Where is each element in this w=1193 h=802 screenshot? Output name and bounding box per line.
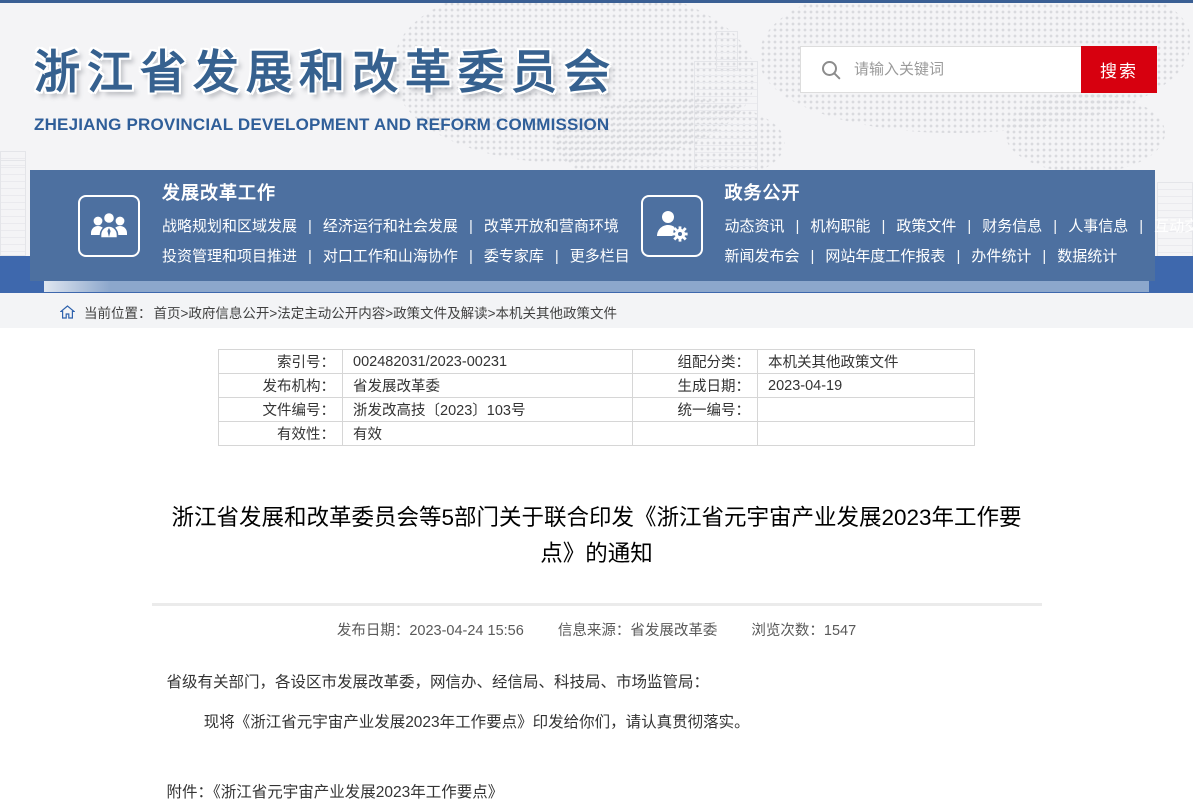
validity-label: 有效性： bbox=[219, 422, 343, 446]
validity-value: 有效 bbox=[343, 422, 633, 446]
nav-link[interactable]: 数据统计 bbox=[1031, 248, 1117, 265]
nav-link[interactable]: 互动交流 bbox=[1128, 218, 1193, 235]
main-navigation: 发展改革工作 战略规划和区域发展经济运行和社会发展改革开放和营商环境 投资管理和… bbox=[0, 170, 1193, 295]
view-count-value: 1547 bbox=[824, 623, 856, 639]
article-meta: 发布日期：2023-04-24 15:56 信息来源：省发展改革委 浏览次数：1… bbox=[152, 619, 1042, 640]
info-source: 信息来源：省发展改革委 bbox=[558, 623, 718, 639]
issuing-agency-label: 发布机构： bbox=[219, 374, 343, 398]
article-paragraph: 现将《浙江省元宇宙产业发展2023年工作要点》印发给你们，请认真贯彻落实。 bbox=[152, 710, 1042, 736]
nav-shadow-strip bbox=[44, 280, 1149, 292]
nav-link[interactable]: 财务信息 bbox=[956, 218, 1042, 235]
nav-link[interactable]: 委专家库 bbox=[458, 248, 544, 265]
category-label: 组配分类： bbox=[633, 350, 758, 374]
publish-date-label: 发布日期： bbox=[337, 623, 410, 639]
nav-link[interactable]: 人事信息 bbox=[1042, 218, 1128, 235]
nav-links-row: 战略规划和区域发展经济运行和社会发展改革开放和营商环境 bbox=[162, 212, 630, 242]
nav-link[interactable]: 投资管理和项目推进 bbox=[162, 248, 297, 265]
search-input[interactable] bbox=[854, 47, 1081, 92]
article-title: 浙江省发展和改革委员会等5部门关于联合印发《浙江省元宇宙产业发展2023年工作要… bbox=[152, 500, 1042, 572]
document-number-label: 文件编号： bbox=[219, 398, 343, 422]
attachment-label: 附件： bbox=[167, 784, 214, 801]
empty-cell bbox=[758, 422, 975, 446]
article-body: 省级有关部门，各设区市发展改革委，网信办、经信局、科技局、市场监管局： 现将《浙… bbox=[152, 670, 1042, 736]
search-button[interactable]: 搜索 bbox=[1081, 46, 1157, 93]
nav-texts: 发展改革工作 战略规划和区域发展经济运行和社会发展改革开放和营商环境 投资管理和… bbox=[162, 179, 630, 272]
nav-link[interactable]: 网站年度工作报表 bbox=[800, 248, 946, 265]
index-number-value: 002482031/2023-00231 bbox=[343, 350, 633, 374]
nav-link[interactable]: 战略规划和区域发展 bbox=[162, 218, 297, 235]
nav-title-development-reform[interactable]: 发展改革工作 bbox=[162, 179, 630, 205]
document-info-table: 索引号： 002482031/2023-00231 组配分类： 本机关其他政策文… bbox=[218, 349, 975, 446]
nav-card: 发展改革工作 战略规划和区域发展经济运行和社会发展改革开放和营商环境 投资管理和… bbox=[30, 170, 1155, 281]
building-sketch bbox=[0, 160, 26, 256]
empty-cell bbox=[633, 422, 758, 446]
attachment-link[interactable]: 《浙江省元宇宙产业发展2023年工作要点》 bbox=[213, 784, 503, 801]
search-icon bbox=[801, 59, 854, 81]
issuing-agency-value: 省发展改革委 bbox=[343, 374, 633, 398]
index-number-label: 索引号： bbox=[219, 350, 343, 374]
nav-section-development-reform: 发展改革工作 战略规划和区域发展经济运行和社会发展改革开放和营商环境 投资管理和… bbox=[30, 170, 593, 281]
nav-texts: 政务公开 动态资讯机构职能政策文件财务信息人事信息互动交流 新闻发布会网站年度工… bbox=[725, 179, 1193, 272]
document-number-value: 浙发改高技〔2023〕103号 bbox=[343, 398, 633, 422]
category-value: 本机关其他政策文件 bbox=[758, 350, 975, 374]
article-paragraph: 省级有关部门，各设区市发展改革委，网信办、经信局、科技局、市场监管局： bbox=[152, 670, 1042, 696]
nav-title-gov-disclosure[interactable]: 政务公开 bbox=[725, 179, 1193, 205]
publish-date: 发布日期：2023-04-24 15:56 bbox=[337, 623, 524, 639]
nav-link[interactable]: 对口工作和山海协作 bbox=[297, 248, 458, 265]
nav-section-gov-disclosure: 政务公开 动态资讯机构职能政策文件财务信息人事信息互动交流 新闻发布会网站年度工… bbox=[593, 170, 1156, 281]
site-brand: 浙江省发展和改革委员会 ZHEJIANG PROVINCIAL DEVELOPM… bbox=[34, 36, 617, 135]
creation-date-label: 生成日期： bbox=[633, 374, 758, 398]
site-title-cn: 浙江省发展和改革委员会 bbox=[34, 36, 617, 102]
nav-link[interactable]: 动态资讯 bbox=[725, 218, 785, 235]
nav-links-row: 动态资讯机构职能政策文件财务信息人事信息互动交流 bbox=[725, 212, 1193, 242]
nav-link[interactable]: 经济运行和社会发展 bbox=[297, 218, 458, 235]
breadcrumb-label: 当前位置： bbox=[84, 302, 152, 322]
info-source-label: 信息来源： bbox=[558, 623, 631, 639]
article-content: 索引号： 002482031/2023-00231 组配分类： 本机关其他政策文… bbox=[152, 349, 1042, 802]
person-gear-icon bbox=[641, 195, 703, 257]
table-row: 发布机构： 省发展改革委 生成日期： 2023-04-19 bbox=[219, 374, 975, 398]
site-title-en: ZHEJIANG PROVINCIAL DEVELOPMENT AND REFO… bbox=[34, 115, 617, 135]
title-divider bbox=[152, 603, 1042, 606]
view-count: 浏览次数：1547 bbox=[751, 623, 856, 639]
nav-links-row: 投资管理和项目推进对口工作和山海协作委专家库更多栏目 bbox=[162, 242, 630, 272]
world-map-dots bbox=[1005, 93, 1165, 170]
people-group-icon bbox=[78, 195, 140, 257]
publish-date-value: 2023-04-24 15:56 bbox=[409, 623, 524, 639]
unified-number-value bbox=[758, 398, 975, 422]
creation-date-value: 2023-04-19 bbox=[758, 374, 975, 398]
nav-link[interactable]: 新闻发布会 bbox=[725, 248, 800, 265]
nav-links-row: 新闻发布会网站年度工作报表办件统计数据统计 bbox=[725, 242, 1193, 272]
building-sketch bbox=[694, 61, 758, 170]
info-source-value: 省发展改革委 bbox=[630, 623, 717, 639]
view-count-label: 浏览次数： bbox=[751, 623, 824, 639]
table-row: 有效性： 有效 bbox=[219, 422, 975, 446]
nav-link[interactable]: 办件统计 bbox=[945, 248, 1031, 265]
table-row: 索引号： 002482031/2023-00231 组配分类： 本机关其他政策文… bbox=[219, 350, 975, 374]
unified-number-label: 统一编号： bbox=[633, 398, 758, 422]
home-icon[interactable] bbox=[60, 305, 75, 319]
building-sketch bbox=[716, 31, 738, 71]
nav-link[interactable]: 政策文件 bbox=[870, 218, 956, 235]
search-box: 搜索 bbox=[800, 46, 1157, 93]
breadcrumb-path[interactable]: 首页>政府信息公开>法定主动公开内容>政策文件及解读>本机关其他政策文件 bbox=[154, 302, 618, 322]
breadcrumb: 当前位置： 首页>政府信息公开>法定主动公开内容>政策文件及解读>本机关其他政策… bbox=[0, 295, 1193, 328]
table-row: 文件编号： 浙发改高技〔2023〕103号 统一编号： bbox=[219, 398, 975, 422]
site-header: 浙江省发展和改革委员会 ZHEJIANG PROVINCIAL DEVELOPM… bbox=[0, 3, 1193, 170]
nav-link[interactable]: 机构职能 bbox=[785, 218, 871, 235]
attachment-line: 附件：《浙江省元宇宙产业发展2023年工作要点》 bbox=[152, 780, 1042, 802]
